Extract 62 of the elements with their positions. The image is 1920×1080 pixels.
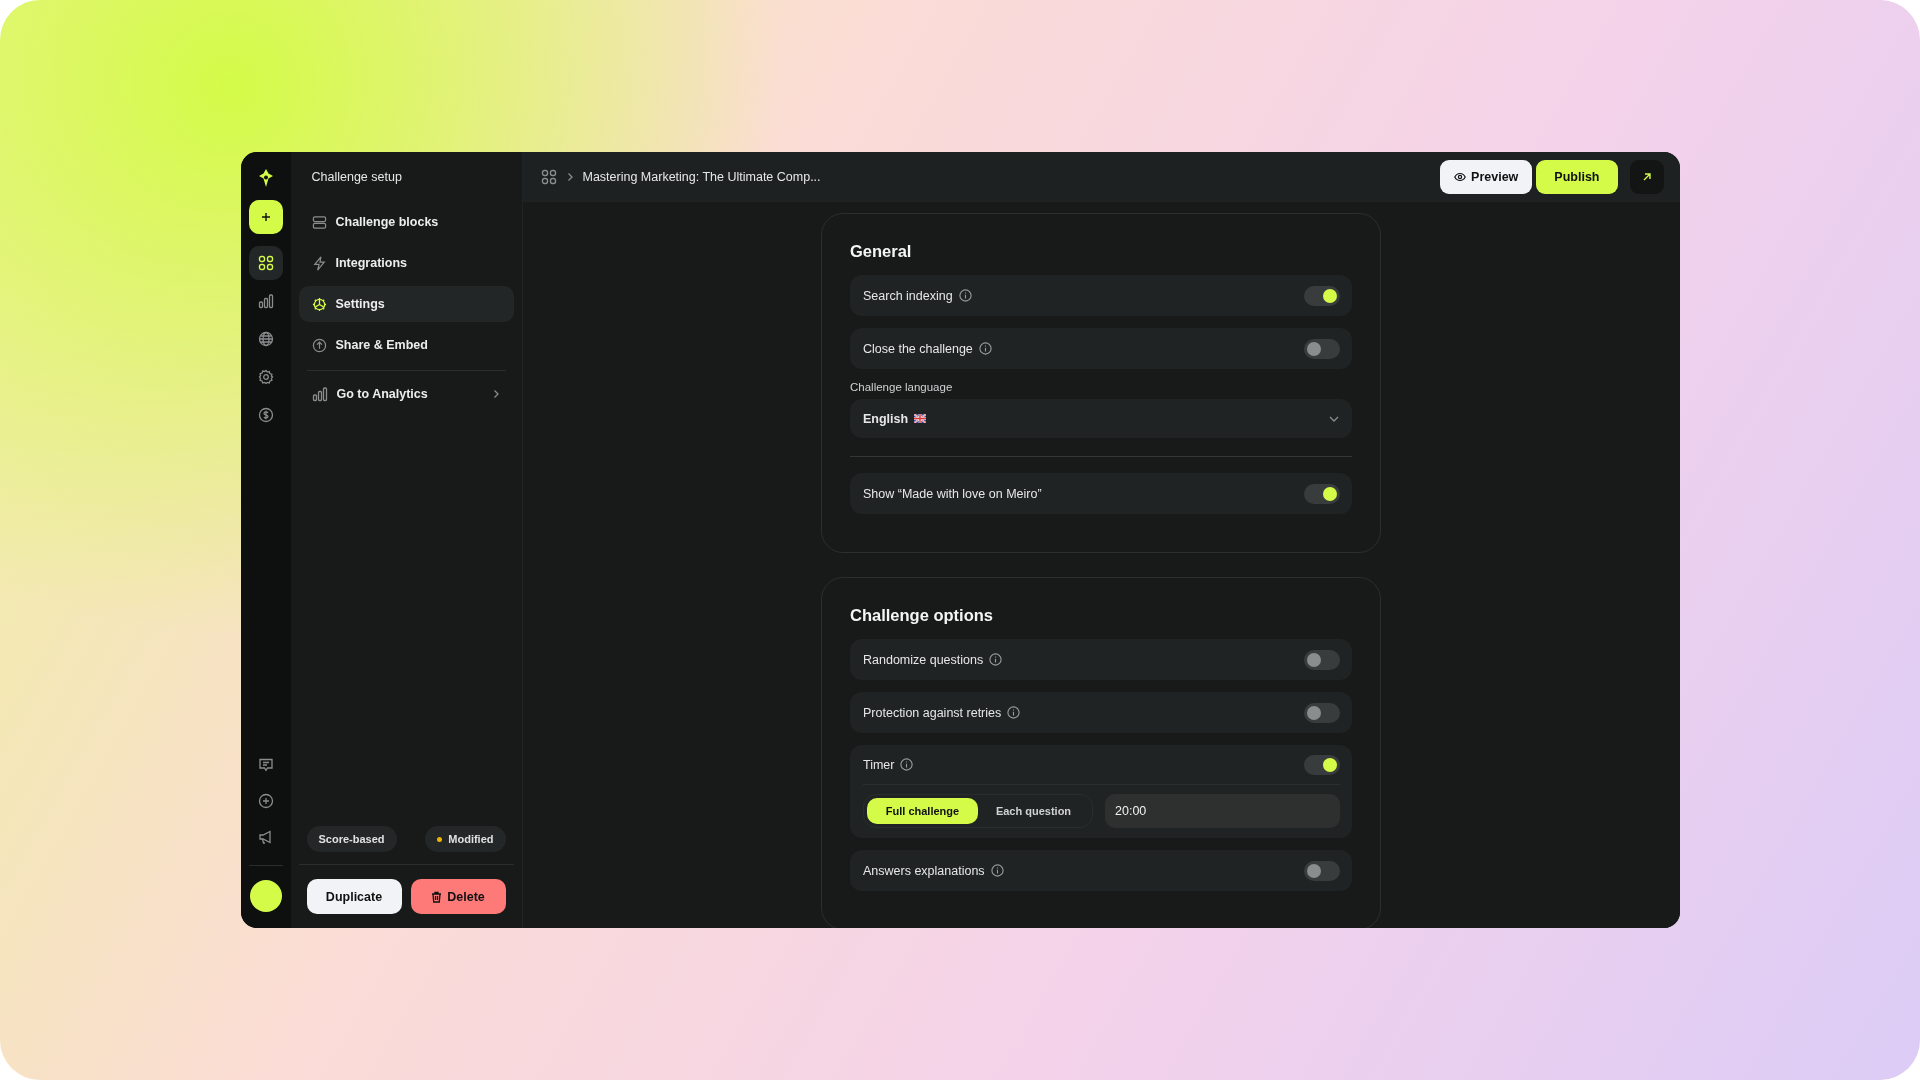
blocks-icon <box>311 214 327 230</box>
info-icon[interactable] <box>900 758 914 771</box>
info-icon[interactable] <box>1007 706 1021 719</box>
language-select[interactable]: English <box>850 399 1352 438</box>
setting-label: Answers explanations <box>863 863 985 878</box>
eye-icon <box>1454 171 1467 183</box>
settings-icon <box>257 369 274 385</box>
timer-mode-tab[interactable]: Each question <box>978 798 1089 824</box>
chat-icon <box>257 757 274 773</box>
info-icon[interactable] <box>958 289 972 302</box>
grid-icon <box>540 169 557 185</box>
setting-label: Close the challenge <box>863 341 973 356</box>
bar-chart-icon <box>257 293 274 309</box>
analytics-link[interactable]: Go to Analytics <box>298 377 514 411</box>
info-icon[interactable] <box>989 653 1003 666</box>
duplicate-button[interactable]: Duplicate <box>306 879 402 914</box>
toggle-switch[interactable] <box>1304 483 1340 504</box>
breadcrumb-title: Mastering Marketing: The Ultimate Comp... <box>582 170 822 184</box>
upload-icon <box>311 337 327 353</box>
flag-icon <box>914 414 927 423</box>
settings-icon <box>311 296 327 312</box>
info-icon[interactable] <box>990 864 1004 877</box>
setting-label: Search indexing <box>863 288 953 303</box>
open-external-button[interactable] <box>1629 160 1664 194</box>
bar-chart-icon <box>311 386 328 402</box>
dollar-icon <box>257 407 274 423</box>
toggle-switch[interactable] <box>1304 338 1340 359</box>
globe-icon <box>257 331 274 347</box>
setting-label: Randomize questions <box>863 652 984 667</box>
sidebar-item[interactable]: Challenge blocks <box>298 204 514 240</box>
avatar[interactable] <box>249 880 282 912</box>
preview-button[interactable]: Preview <box>1440 160 1533 194</box>
toggle-switch[interactable] <box>1304 860 1340 881</box>
sidebar-item[interactable]: Settings <box>298 286 514 322</box>
sidebar-item[interactable]: Integrations <box>298 245 514 281</box>
setting-label: Show “Made with love on Meiro” <box>863 486 1042 501</box>
grid-icon <box>257 255 274 271</box>
setting-label: Protection against retries <box>863 705 1002 720</box>
delete-button[interactable]: Delete <box>410 879 506 914</box>
type-tag: Score-based <box>306 826 397 852</box>
toggle-switch[interactable] <box>1304 285 1340 306</box>
section-title: General <box>850 242 913 261</box>
status-tag: Modified <box>425 826 506 852</box>
trash-icon <box>431 890 443 903</box>
plus-icon <box>260 212 271 222</box>
timer-mode-tab[interactable]: Full challenge <box>867 798 978 824</box>
duration-field[interactable]: 20:00 <box>1105 794 1340 828</box>
sidebar-item[interactable]: Share & Embed <box>298 327 514 363</box>
info-icon[interactable] <box>978 342 992 355</box>
add-icon <box>257 793 274 809</box>
toggle-switch[interactable] <box>1304 702 1340 723</box>
rail-nav-item[interactable] <box>248 246 283 280</box>
lightning-icon <box>311 255 327 271</box>
section-title: Challenge options <box>850 606 994 625</box>
new-button[interactable] <box>248 200 283 234</box>
field-label: Challenge language <box>850 381 954 393</box>
toggle-switch[interactable] <box>1304 754 1340 775</box>
publish-button[interactable]: Publish <box>1536 160 1618 194</box>
toggle-switch[interactable] <box>1304 649 1340 670</box>
megaphone-icon <box>257 829 274 845</box>
sidebar-title: Challenge setup <box>310 170 403 186</box>
setting-label: Timer <box>863 757 895 772</box>
